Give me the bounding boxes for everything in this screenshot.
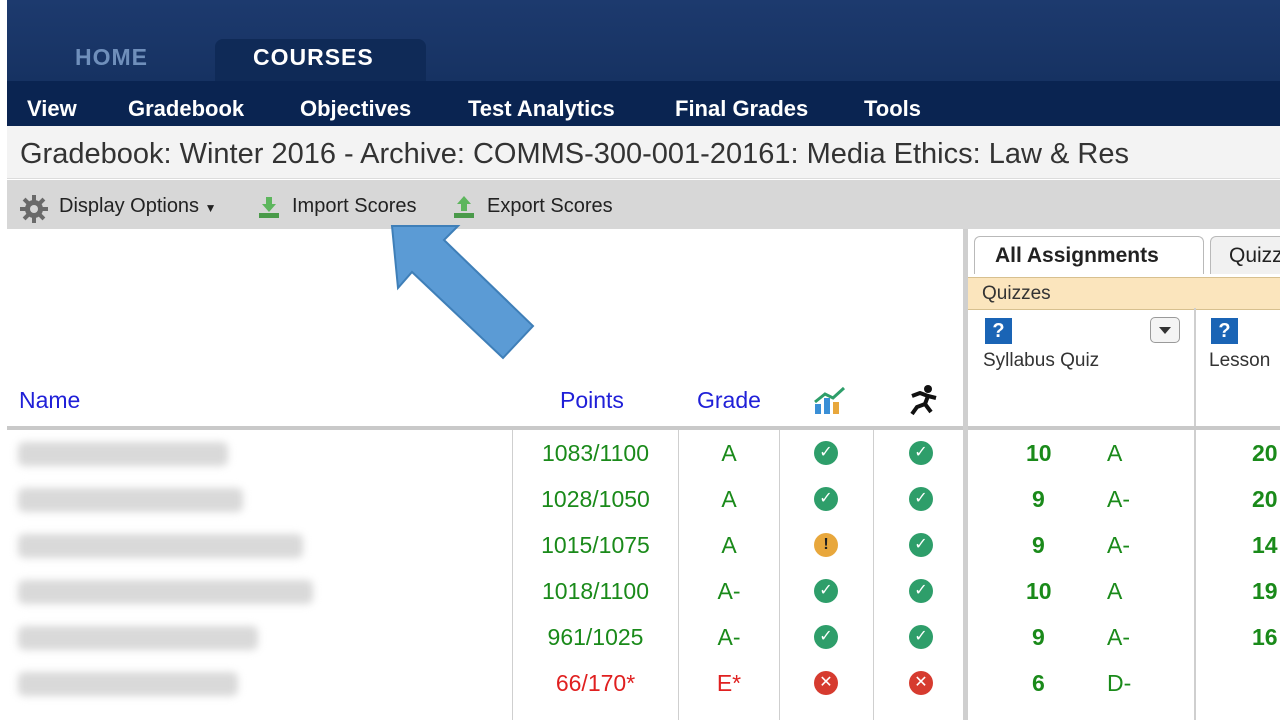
activity-check-icon: ✓ <box>909 625 933 649</box>
points-cell: 66/170* <box>555 670 636 696</box>
activity-check-icon: ✓ <box>909 441 933 465</box>
lesson-score-cell[interactable]: 14 <box>1252 532 1278 559</box>
menu-bar: View Gradebook Objectives Test Analytics… <box>7 81 1280 126</box>
tab-all-assignments[interactable]: All Assignments <box>974 236 1204 274</box>
quiz-grade-cell: A- <box>1107 486 1130 512</box>
category-bar: Quizzes <box>968 277 1280 310</box>
quiz-score-cell[interactable]: 9 <box>1032 532 1045 559</box>
import-scores-button[interactable]: Import Scores <box>292 195 416 218</box>
activity-check-icon: ✓ <box>909 533 933 557</box>
column-name[interactable]: Name <box>19 387 80 414</box>
student-name-redacted[interactable] <box>18 442 228 466</box>
points-cell: 1028/1050 <box>541 486 650 512</box>
tab-quizzes[interactable]: Quizz <box>1210 236 1280 274</box>
grade-cell: A <box>721 532 737 558</box>
points-cell: 1018/1100 <box>541 578 649 604</box>
category-label: Quizzes <box>982 283 1051 304</box>
display-options-button[interactable]: Display Options ▼ <box>59 195 217 218</box>
page-title-bar: Gradebook: Winter 2016 - Archive: COMMS-… <box>7 126 1280 179</box>
menu-gradebook[interactable]: Gradebook <box>128 96 244 122</box>
grade-cell: A <box>721 440 737 466</box>
menu-test-analytics[interactable]: Test Analytics <box>468 96 615 122</box>
quiz-score-cell[interactable]: 10 <box>1026 578 1052 605</box>
quiz-grade-cell: A- <box>1107 532 1130 558</box>
trend-warning-icon: ! <box>814 533 838 557</box>
tab-courses[interactable]: COURSES <box>215 39 426 81</box>
help-icon[interactable]: ? <box>985 318 1012 344</box>
grid-line <box>779 430 780 720</box>
assignment-lesson[interactable]: Lesson <box>1209 350 1270 372</box>
points-cell: 1083/1100 <box>541 440 649 466</box>
display-options-label: Display Options <box>59 195 200 217</box>
points-cell: 961/1025 <box>547 624 644 650</box>
trend-error-icon: ✕ <box>814 671 838 695</box>
quiz-score-cell[interactable]: 9 <box>1032 486 1045 513</box>
trend-check-icon: ✓ <box>814 579 838 603</box>
column-grade[interactable]: Grade <box>697 387 761 414</box>
assignment-menu-dropdown[interactable] <box>1150 317 1180 343</box>
toolbar: Display Options ▼ Import Scores Export S… <box>7 180 1280 229</box>
lesson-score-cell[interactable]: 16 <box>1252 624 1278 651</box>
left-edge <box>0 0 7 720</box>
menu-final-grades[interactable]: Final Grades <box>675 96 808 122</box>
menu-objectives[interactable]: Objectives <box>300 96 411 122</box>
trend-check-icon: ✓ <box>814 441 838 465</box>
assignment-column-divider <box>1194 308 1196 720</box>
help-icon[interactable]: ? <box>1211 318 1238 344</box>
quiz-grade-cell: D- <box>1107 670 1132 696</box>
column-points[interactable]: Points <box>560 387 624 414</box>
trend-chart-icon[interactable] <box>813 386 847 416</box>
import-icon[interactable] <box>256 194 282 220</box>
gear-icon[interactable] <box>19 194 49 224</box>
quiz-score-cell[interactable]: 9 <box>1032 624 1045 651</box>
quiz-grade-cell: A- <box>1107 624 1130 650</box>
lesson-score-cell[interactable]: 20 <box>1252 486 1278 513</box>
assignment-header-divider <box>968 426 1280 430</box>
grade-cell: A <box>721 486 737 512</box>
quiz-score-cell[interactable]: 6 <box>1032 670 1045 697</box>
lesson-score-cell[interactable]: 20 <box>1252 440 1278 467</box>
student-name-redacted[interactable] <box>18 672 238 696</box>
export-scores-button[interactable]: Export Scores <box>487 195 613 218</box>
activity-check-icon: ✓ <box>909 579 933 603</box>
tab-home[interactable]: HOME <box>75 44 148 71</box>
activity-error-icon: ✕ <box>909 671 933 695</box>
student-name-redacted[interactable] <box>18 488 243 512</box>
lesson-score-cell[interactable]: 19 <box>1252 578 1278 605</box>
quiz-score-cell[interactable]: 10 <box>1026 440 1052 467</box>
student-name-redacted[interactable] <box>18 534 303 558</box>
caret-down-icon: ▼ <box>204 201 217 215</box>
menu-view[interactable]: View <box>27 96 77 122</box>
student-name-redacted[interactable] <box>18 580 313 604</box>
assignment-syllabus-quiz[interactable]: Syllabus Quiz <box>983 350 1099 372</box>
trend-check-icon: ✓ <box>814 625 838 649</box>
page-title: Gradebook: Winter 2016 - Archive: COMMS-… <box>20 138 1129 170</box>
grade-cell: E* <box>716 670 742 696</box>
grade-cell: A- <box>717 624 741 650</box>
activity-runner-icon[interactable] <box>906 384 940 416</box>
points-cell: 1015/1075 <box>541 532 650 558</box>
quiz-grade-cell: A <box>1107 578 1123 604</box>
tab-courses-label: COURSES <box>253 44 374 70</box>
top-navigation: HOME COURSES <box>7 0 1280 81</box>
activity-check-icon: ✓ <box>909 487 933 511</box>
header-divider <box>7 426 965 430</box>
export-icon[interactable] <box>451 194 477 220</box>
quiz-grade-cell: A <box>1107 440 1123 466</box>
grid-line <box>873 430 874 720</box>
menu-tools[interactable]: Tools <box>864 96 921 122</box>
grade-cell: A- <box>717 578 741 604</box>
trend-check-icon: ✓ <box>814 487 838 511</box>
student-name-redacted[interactable] <box>18 626 258 650</box>
